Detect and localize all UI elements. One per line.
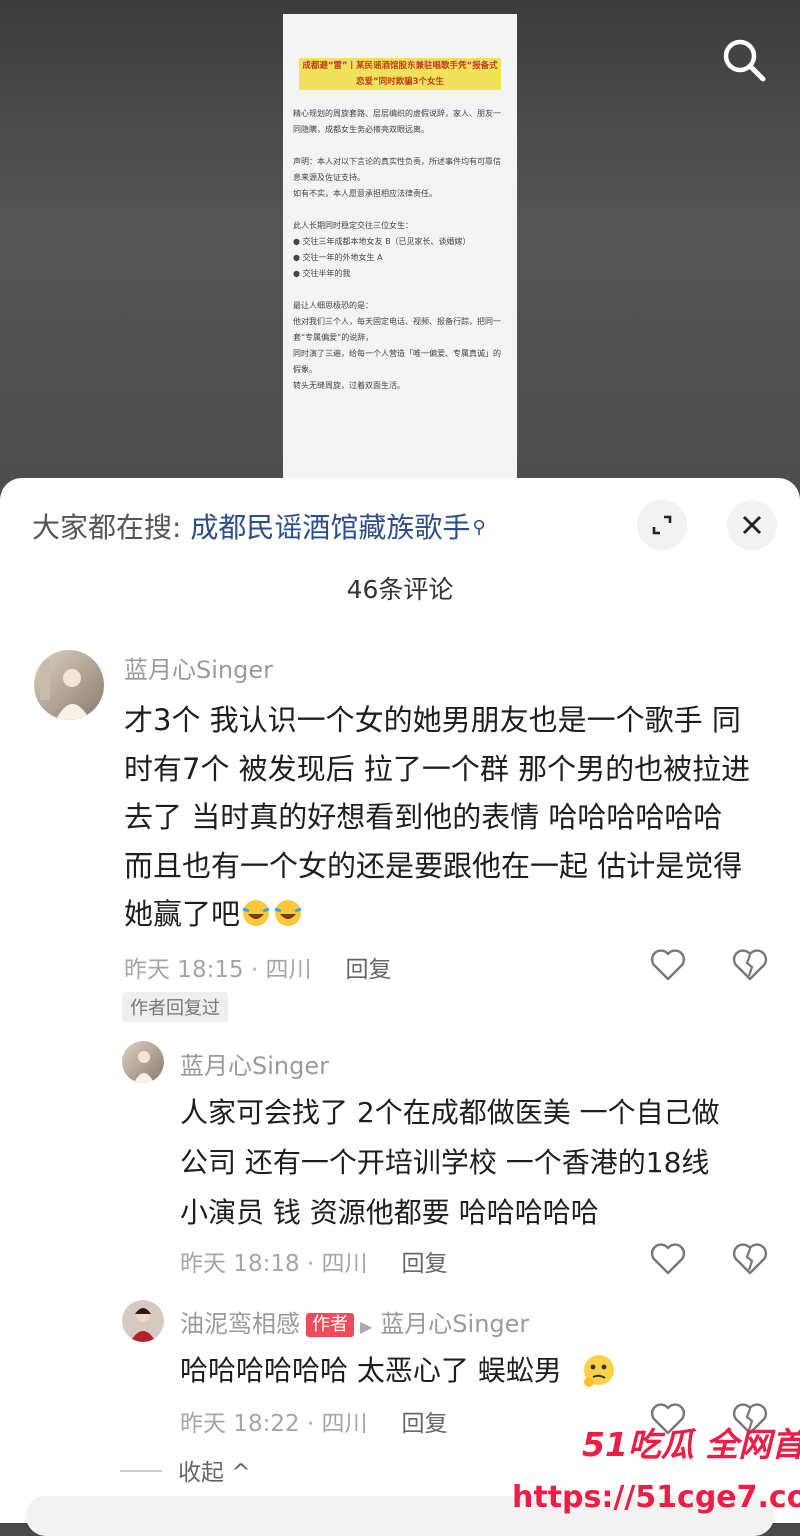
expand-button[interactable] (637, 500, 687, 550)
post-preview-area: 成都避“雷”丨某民谣酒馆股东兼驻唱歌手凭“报备式恋爱”同时欺骗3个女生 精心规划… (0, 0, 800, 490)
search-suggestion[interactable]: 大家都在搜: 成都民谣酒馆藏族歌手 ⚲ (32, 508, 486, 548)
post-screenshot: 成都避“雷”丨某民谣酒馆股东兼驻唱歌手凭“报备式恋爱”同时欺骗3个女生 精心规划… (283, 14, 517, 484)
comment-text: 哈哈哈哈哈哈 太恶心了 蜈蚣男 (180, 1346, 619, 1396)
comments-sheet: 大家都在搜: 成都民谣酒馆藏族歌手 ⚲ 46条评论 蓝月心Singer 才3个 我… (0, 478, 800, 1536)
watermark-logo: 51吃瓜 全网首发 (582, 1425, 800, 1464)
comment-line: 小演员 钱 资源他都要 哈哈哈哈哈 (180, 1196, 599, 1229)
broken-heart-icon (732, 949, 768, 981)
comment-meta: 昨天 18:18 · 四川 回复 (180, 1244, 448, 1278)
avatar-photo-icon (134, 1051, 154, 1083)
close-button[interactable] (727, 500, 777, 550)
avatar[interactable] (122, 1300, 164, 1342)
post-paragraph: 精心规划的周旋套路、层层编织的虚假说辞，家人、朋友一同隐瞒，成都女生务必擦亮双眼… (293, 109, 501, 134)
crying-laughing-emoji (274, 900, 302, 926)
collapse-replies-button[interactable]: 收起 ^ (120, 1453, 251, 1487)
comment-author[interactable]: 蓝月心Singer (124, 650, 273, 685)
like-button[interactable] (650, 948, 686, 986)
comment-author-line: 油泥鸾相感 作者 ▶ 蓝月心Singer (180, 1304, 529, 1339)
comment-text: 才3个 我认识一个女的她男朋友也是一个歌手 同 时有7个 被发现后 拉了一个群 … (124, 696, 750, 939)
post-paragraph: ● 交往一年的外地女生 A (293, 253, 383, 262)
post-paragraph: 转头无缝周旋，过着双面生活。 (293, 381, 405, 390)
search-icon (723, 39, 766, 82)
like-button[interactable] (650, 1242, 686, 1280)
crying-laughing-emoji (242, 900, 270, 926)
reply-button[interactable]: 回复 (402, 1411, 448, 1437)
suggestion-lead: 大家都在搜: (32, 511, 182, 544)
reply-arrow-icon: ▶ (360, 1317, 373, 1336)
post-paragraph: ● 交往三年成都本地女友 B（已见家长、谈婚嫁） (293, 237, 471, 246)
close-icon (743, 516, 761, 534)
search-icon: ⚲ (472, 517, 486, 538)
watermark-url: https://51cge7.com (512, 1480, 800, 1515)
avatar[interactable] (122, 1041, 164, 1083)
search-button[interactable] (718, 34, 770, 86)
post-headline: 成都避“雷”丨某民谣酒馆股东兼驻唱歌手凭“报备式恋爱”同时欺骗3个女生 (299, 58, 501, 90)
comment-line: 去了 当时真的好想看到他的表情 哈哈哈哈哈哈 (124, 800, 723, 834)
heart-icon (650, 1243, 686, 1275)
heart-icon (650, 949, 686, 981)
comment-author[interactable]: 油泥鸾相感 (180, 1310, 300, 1338)
avatar-photo-icon (40, 660, 90, 720)
comment-time: 昨天 18:22 · 四川 (180, 1411, 368, 1437)
divider (120, 1470, 162, 1472)
post-paragraph: 声明：本人对以下言论的真实性负责，所述事件均有可靠信息来源及佐证支持。 (293, 157, 501, 182)
comment-meta: 昨天 18:22 · 四川 回复 (180, 1404, 448, 1438)
comment-line: 时有7个 被发现后 拉了一个群 那个男的也被拉进 (124, 751, 751, 786)
thinking-emoji (583, 1355, 614, 1387)
comment-line: 哈哈哈哈哈哈 太恶心了 蜈蚣男 (180, 1354, 562, 1387)
comment-line-last: 她赢了吧 (124, 890, 750, 939)
comment-time: 昨天 18:15 · 四川 (124, 957, 312, 983)
post-paragraph: ● 交往半年的我 (293, 269, 351, 278)
reply-button[interactable]: 回复 (402, 1251, 448, 1277)
comment-line: 公司 还有一个开培训学校 一个香港的18线 (180, 1146, 710, 1179)
author-badge: 作者 (306, 1313, 354, 1337)
comment-line: 她赢了吧 (124, 897, 241, 931)
reply-to-author[interactable]: 蓝月心Singer (380, 1310, 529, 1338)
post-paragraph: 同时演了三遍，给每一个人营造「唯一偏爱、专属真诚」的假象。 (293, 349, 501, 374)
comment-time: 昨天 18:18 · 四川 (180, 1251, 368, 1277)
comment-meta: 昨天 18:15 · 四川 回复 (124, 950, 392, 984)
collapse-label: 收起 ^ (178, 1460, 251, 1486)
expand-icon (652, 515, 672, 535)
post-paragraph: 最让人细思极恐的是： (293, 301, 373, 310)
suggestion-keyword[interactable]: 成都民谣酒馆藏族歌手 (190, 511, 470, 544)
post-paragraph: 他对我们三个人，每天固定电话、视频、报备行踪，把同一套“专属偏爱”的说辞， (293, 317, 501, 342)
reply-button[interactable]: 回复 (346, 957, 392, 983)
comment-text: 人家可会找了 2个在成都做医美 一个自己做 公司 还有一个开培训学校 一个香港的… (180, 1088, 720, 1238)
comment-line: 人家可会找了 2个在成都做医美 一个自己做 (180, 1096, 720, 1129)
post-paragraph: 此人长期同时稳定交往三位女生： (293, 221, 413, 230)
dislike-button[interactable] (732, 1242, 768, 1280)
dislike-button[interactable] (732, 948, 768, 986)
avatar-photo-icon (130, 1308, 156, 1342)
comment-line: 而且也有一个女的还是要跟他在一起 估计是觉得 (124, 848, 743, 883)
avatar[interactable] (34, 650, 104, 720)
post-paragraph: 如有不实，本人愿意承担相应法律责任。 (293, 189, 437, 198)
comment-line: 才3个 我认识一个女的她男朋友也是一个歌手 同 (124, 703, 741, 737)
broken-heart-icon (732, 1243, 768, 1275)
author-replied-tag: 作者回复过 (122, 992, 228, 1022)
comment-author[interactable]: 蓝月心Singer (180, 1046, 329, 1081)
comments-count: 46条评论 (346, 575, 454, 604)
